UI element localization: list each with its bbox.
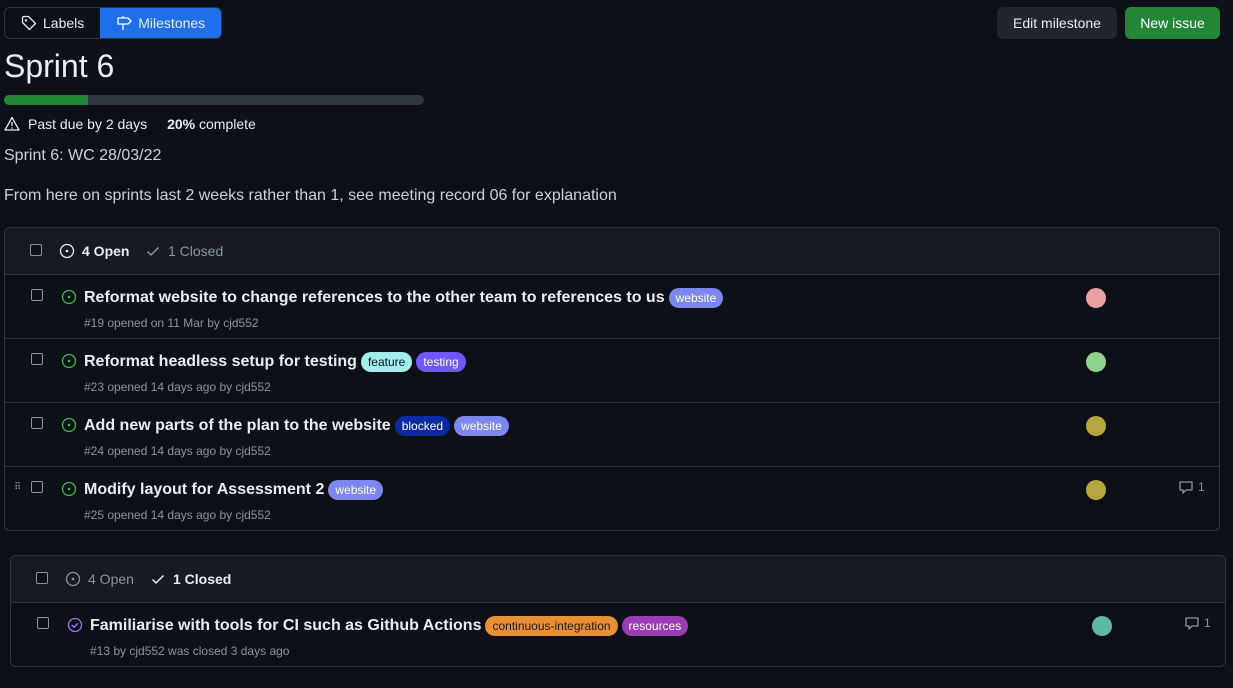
comment-count-value: 1	[1198, 480, 1205, 494]
comment-icon	[1179, 481, 1193, 494]
percent-value: 20%	[167, 116, 196, 132]
issue-row[interactable]: Add new parts of the plan to the website…	[5, 403, 1219, 467]
check-icon	[146, 246, 160, 257]
milestone-description-line2: From here on sprints last 2 weeks rather…	[4, 187, 617, 204]
issue-title-line: Modify layout for Assessment 2 website	[84, 480, 384, 500]
issue-row[interactable]: Reformat headless setup for testing featu…	[5, 339, 1219, 403]
select-all-checkbox[interactable]	[30, 244, 42, 256]
open-filter[interactable]: 4 Open	[65, 571, 134, 587]
issue-checkbox[interactable]	[31, 353, 43, 365]
issue-meta: #13 by cjd552 was closed 3 days ago	[90, 644, 290, 658]
percent-suffix: complete	[199, 116, 256, 132]
closed-filter[interactable]: 1 Closed	[150, 571, 231, 587]
issue-open-icon	[61, 417, 77, 433]
issue-meta: #19 opened on 11 Mar by cjd552	[84, 316, 259, 330]
issue-title[interactable]: Familiarise with tools for CI such as Gi…	[90, 617, 481, 635]
open-issue-rows: Reformat website to change references to…	[5, 275, 1219, 530]
alert-icon	[4, 116, 20, 131]
issue-meta: #23 opened 14 days ago by cjd552	[84, 380, 271, 394]
open-count: 4 Open	[82, 243, 130, 259]
issue-closed-icon	[67, 617, 83, 633]
issue-title[interactable]: Modify layout for Assessment 2	[84, 481, 324, 499]
issue-label[interactable]: feature	[360, 352, 413, 372]
toolbar: Labels Milestones Edit milestone New iss…	[4, 7, 1220, 39]
issue-row[interactable]: Reformat website to change references to…	[5, 275, 1219, 339]
issue-open-icon	[65, 571, 81, 587]
assignee-avatar[interactable]	[1086, 352, 1106, 372]
closed-count: 1 Closed	[173, 571, 232, 587]
issue-label[interactable]: website	[668, 288, 724, 308]
issue-title[interactable]: Reformat headless setup for testing	[84, 353, 357, 371]
closed-issues-list: 4 Open 1 Closed Familiarise with tools f…	[10, 555, 1226, 667]
issue-row[interactable]: Familiarise with tools for CI such as Gi…	[11, 603, 1225, 666]
labels-tab-label: Labels	[43, 15, 85, 31]
milestones-tab-label: Milestones	[138, 15, 206, 31]
open-issues-list: 4 Open 1 Closed Reformat website to chan…	[4, 227, 1220, 531]
edit-milestone-button[interactable]: Edit milestone	[997, 7, 1117, 39]
closed-issue-rows: Familiarise with tools for CI such as Gi…	[11, 603, 1225, 666]
percent-complete: 20% complete	[167, 116, 256, 132]
assignee-avatar[interactable]	[1086, 416, 1106, 436]
issue-title-line: Reformat headless setup for testing featu…	[84, 352, 466, 372]
milestone-meta: Past due by 2 days 20% complete	[4, 115, 256, 133]
comment-count-value: 1	[1204, 616, 1211, 630]
issue-meta: #24 opened 14 days ago by cjd552	[84, 444, 271, 458]
issue-row[interactable]: ⠿ Modify layout for Assessment 2 website #2…	[5, 467, 1219, 530]
assignee-avatar[interactable]	[1086, 288, 1106, 308]
select-all-checkbox[interactable]	[36, 572, 48, 584]
open-list-header: 4 Open 1 Closed	[5, 228, 1219, 275]
issue-label[interactable]: website	[328, 480, 384, 500]
issue-title[interactable]: Add new parts of the plan to the website	[84, 417, 391, 435]
open-filter[interactable]: 4 Open	[59, 243, 129, 259]
labels-milestones-toggle: Labels Milestones	[4, 7, 223, 39]
milestone-icon	[117, 16, 132, 30]
milestone-title: Sprint 6	[4, 48, 115, 84]
issue-open-icon	[59, 243, 75, 259]
milestones-tab[interactable]: Milestones	[100, 8, 222, 38]
issue-label[interactable]: website	[454, 416, 509, 436]
check-icon	[151, 574, 165, 585]
issue-open-icon	[61, 289, 77, 305]
issue-label[interactable]: resources	[621, 616, 689, 636]
issue-label[interactable]: blocked	[394, 416, 451, 436]
issue-title-line: Reformat website to change references to…	[84, 288, 724, 308]
open-count: 4 Open	[88, 571, 134, 587]
drag-handle-icon[interactable]: ⠿	[14, 482, 21, 493]
due-status: Past due by 2 days	[28, 116, 148, 132]
issue-checkbox[interactable]	[31, 481, 43, 493]
comment-count[interactable]: 1	[1178, 479, 1205, 495]
comment-icon	[1185, 617, 1199, 630]
issue-title-line: Add new parts of the plan to the website…	[84, 416, 509, 436]
issue-title[interactable]: Reformat website to change references to…	[84, 289, 665, 307]
closed-filter[interactable]: 1 Closed	[145, 243, 223, 259]
tag-icon	[21, 15, 37, 31]
comment-count[interactable]: 1	[1184, 615, 1211, 631]
assignee-avatar[interactable]	[1092, 616, 1112, 636]
milestone-description-line1: Sprint 6: WC 28/03/22	[4, 147, 162, 164]
issue-label[interactable]: testing	[416, 352, 466, 372]
closed-list-header: 4 Open 1 Closed	[11, 556, 1225, 603]
progress-bar	[4, 95, 424, 105]
progress-bar-fill	[4, 95, 88, 105]
issue-title-line: Familiarise with tools for CI such as Gi…	[90, 616, 689, 636]
issue-checkbox[interactable]	[37, 617, 49, 629]
issue-open-icon	[61, 481, 77, 497]
closed-count: 1 Closed	[168, 243, 224, 259]
issue-open-icon	[61, 353, 77, 369]
assignee-avatar[interactable]	[1086, 480, 1106, 500]
issue-checkbox[interactable]	[31, 289, 43, 301]
labels-tab[interactable]: Labels	[5, 8, 100, 38]
issue-label[interactable]: continuous-integration	[485, 616, 618, 636]
issue-checkbox[interactable]	[31, 417, 43, 429]
issue-meta: #25 opened 14 days ago by cjd552	[84, 508, 271, 522]
new-issue-button[interactable]: New issue	[1125, 7, 1220, 39]
